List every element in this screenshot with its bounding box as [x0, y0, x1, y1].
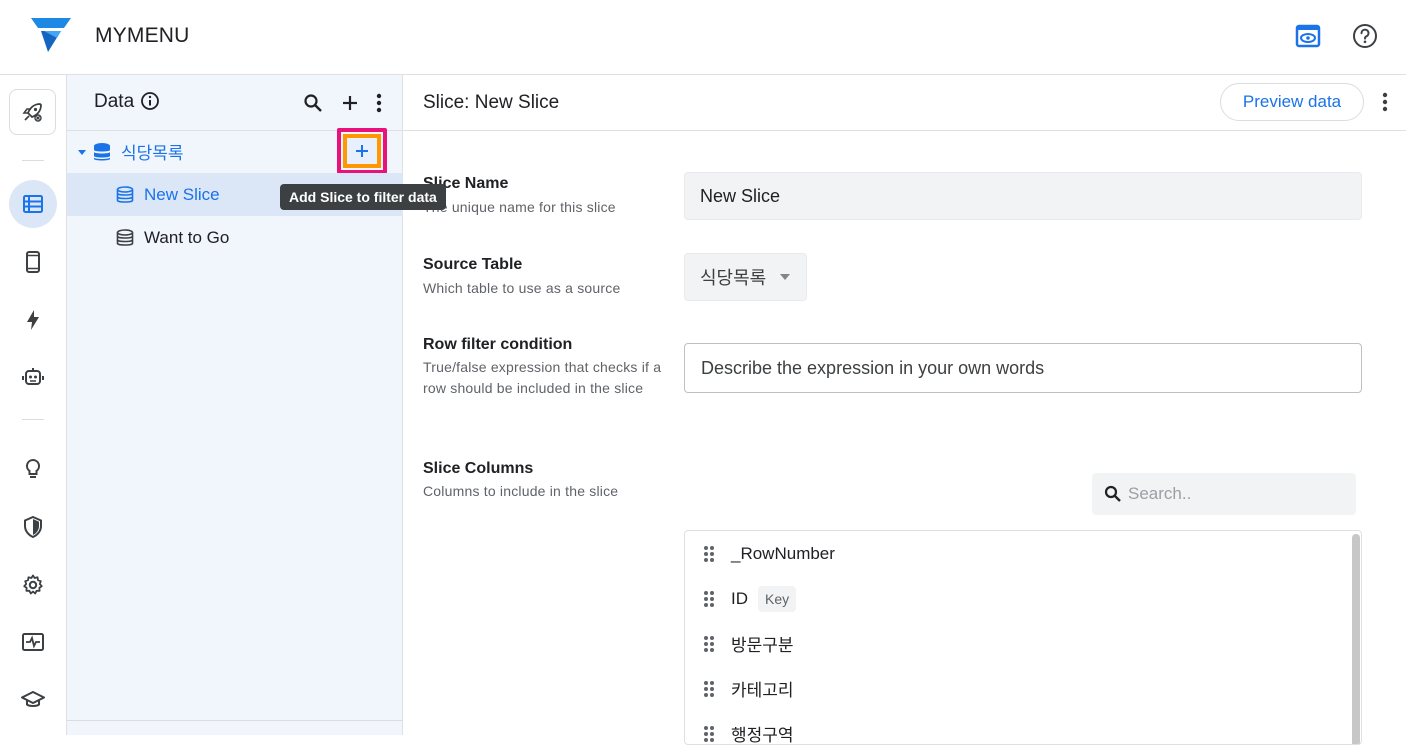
- info-icon[interactable]: [140, 91, 160, 111]
- slice-columns-label: Slice Columns: [423, 460, 534, 477]
- editor-header: Slice: New Slice Preview data: [403, 75, 1406, 131]
- tree-item-slice-want-to-go[interactable]: Want to Go: [67, 216, 403, 259]
- slice-columns-list: _RowNumber ID Key 방문구분 카테고리 행정구역: [684, 530, 1362, 745]
- add-table-button[interactable]: [336, 89, 364, 117]
- column-name: _RowNumber: [731, 543, 835, 563]
- data-table-icon: [21, 192, 45, 216]
- source-table-value: 식당목록: [700, 268, 767, 288]
- graduation-cap-icon: [21, 688, 45, 712]
- data-panel-title: Data: [94, 91, 135, 112]
- row-filter-expression-input[interactable]: Describe the expression in your own word…: [684, 343, 1362, 393]
- lightning-icon: [21, 308, 45, 332]
- rail-automation-button[interactable]: [9, 296, 57, 344]
- search-icon: [1104, 485, 1122, 503]
- column-row[interactable]: 행정구역: [685, 711, 1349, 745]
- database-icon: [93, 142, 111, 162]
- source-table-label: Source Table: [423, 256, 523, 273]
- column-name: 카테고리: [731, 681, 794, 700]
- column-name: 방문구분: [731, 636, 794, 655]
- slice-name-help: The unique name for this slice: [423, 199, 616, 215]
- rail-app-button[interactable]: [9, 238, 57, 286]
- source-table-help: Which table to use as a source: [423, 280, 621, 296]
- slice-database-icon: [116, 185, 134, 204]
- slice-columns-help: Columns to include in the slice: [423, 483, 619, 499]
- rail-learn-button[interactable]: [9, 676, 57, 724]
- gear-icon: [21, 573, 45, 597]
- column-row[interactable]: ID Key: [685, 576, 1349, 621]
- rail-deploy-button[interactable]: [9, 89, 56, 135]
- rail-divider: [22, 160, 44, 161]
- rail-divider: [22, 419, 44, 420]
- add-slice-tooltip: Add Slice to filter data: [280, 184, 446, 210]
- row-filter-label: Row filter condition: [423, 336, 573, 353]
- shield-icon: [21, 515, 45, 539]
- columns-search-input[interactable]: Search..: [1092, 473, 1356, 515]
- drag-handle-icon[interactable]: [689, 666, 729, 711]
- more-vert-icon: [376, 93, 382, 113]
- column-name: 행정구역: [731, 726, 794, 745]
- search-button[interactable]: [299, 89, 327, 117]
- rail-settings-button[interactable]: [9, 561, 57, 609]
- slice-label: New Slice: [144, 184, 220, 204]
- drag-handle-icon[interactable]: [689, 576, 729, 621]
- editor-title: Slice: New Slice: [423, 92, 560, 113]
- eye-preview-icon: [1295, 23, 1321, 49]
- editor-more-options-button[interactable]: [1371, 88, 1399, 116]
- table-label: 식당목록: [121, 144, 184, 163]
- left-nav-rail: [0, 75, 67, 735]
- source-table-select[interactable]: 식당목록: [684, 253, 807, 301]
- plus-icon: [354, 143, 370, 159]
- data-panel-header: Data: [67, 75, 403, 131]
- data-panel: Data 식당목록 New Slice Want to Go: [67, 75, 403, 735]
- more-vert-icon: [1382, 92, 1388, 112]
- lightbulb-icon: [21, 457, 45, 481]
- slice-label: Want to Go: [144, 227, 230, 247]
- key-badge: Key: [758, 585, 797, 612]
- caret-down-icon[interactable]: [77, 147, 87, 157]
- drag-handle-icon[interactable]: [689, 531, 729, 576]
- appsheet-logo-icon: [31, 16, 71, 53]
- plus-icon: [341, 94, 359, 112]
- drag-handle-icon[interactable]: [689, 711, 729, 744]
- rail-bot-button[interactable]: [9, 353, 57, 401]
- column-row[interactable]: 카테고리: [685, 666, 1349, 711]
- slice-database-icon: [116, 228, 134, 247]
- rail-intelligence-button[interactable]: [9, 445, 57, 493]
- slice-editor: Slice: New Slice Preview data Slice Name…: [403, 75, 1406, 745]
- more-options-button[interactable]: [365, 89, 393, 117]
- preview-data-button[interactable]: Preview data: [1220, 83, 1364, 121]
- help-button[interactable]: [1349, 20, 1381, 52]
- preview-app-button[interactable]: [1292, 20, 1324, 52]
- columns-scrollbar[interactable]: [1352, 534, 1360, 744]
- rail-data-button[interactable]: [9, 180, 57, 228]
- phone-icon: [21, 250, 45, 274]
- column-name: ID: [731, 588, 748, 608]
- panel-divider: [67, 720, 403, 721]
- slice-name-field[interactable]: New Slice: [684, 172, 1362, 220]
- add-slice-highlight: [337, 128, 387, 174]
- help-icon: [1352, 23, 1378, 49]
- rail-security-button[interactable]: [9, 503, 57, 551]
- columns-search-placeholder: Search..: [1128, 484, 1192, 503]
- rail-monitor-button[interactable]: [9, 618, 57, 666]
- monitor-pulse-icon: [21, 630, 45, 654]
- rocket-icon: [21, 100, 45, 124]
- search-icon: [303, 93, 323, 113]
- top-bar: MYMENU: [0, 0, 1406, 75]
- drag-handle-icon[interactable]: [689, 621, 729, 666]
- app-title: MYMENU: [95, 24, 190, 47]
- add-slice-button[interactable]: [343, 134, 381, 168]
- robot-icon: [21, 365, 45, 389]
- column-row[interactable]: 방문구분: [685, 621, 1349, 666]
- dropdown-arrow-icon: [779, 273, 791, 281]
- row-filter-help: True/false expression that checks if a r…: [423, 359, 662, 396]
- column-row[interactable]: _RowNumber: [685, 531, 1349, 576]
